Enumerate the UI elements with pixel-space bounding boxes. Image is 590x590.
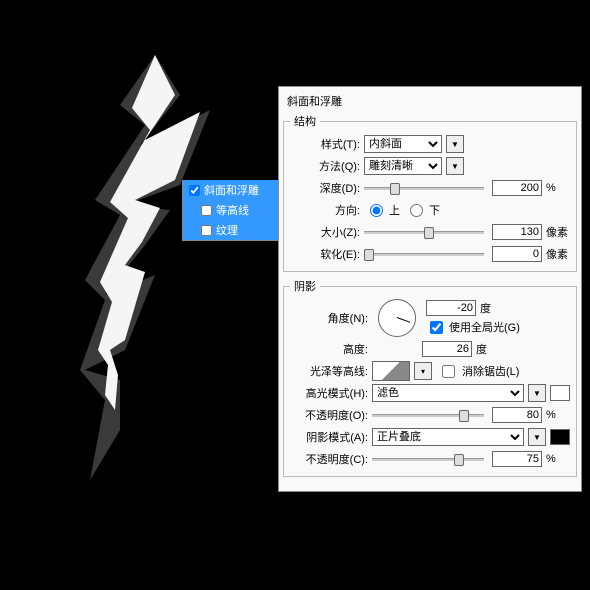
layerstyle-contour[interactable]: 等高线 bbox=[183, 200, 279, 220]
opacity2-label: 不透明度(C): bbox=[290, 451, 368, 467]
size-slider[interactable] bbox=[364, 225, 484, 239]
shadow-opacity-input[interactable] bbox=[492, 451, 542, 467]
size-input[interactable] bbox=[492, 224, 542, 240]
soften-label: 软化(E): bbox=[290, 246, 360, 262]
down-label: 下 bbox=[429, 202, 440, 218]
layerstyle-texture[interactable]: 纹理 bbox=[183, 220, 279, 240]
opacity1-label: 不透明度(O): bbox=[290, 407, 368, 423]
bevel-checkbox[interactable] bbox=[189, 185, 200, 196]
shadowmode-dropdown-icon[interactable]: ▼ bbox=[528, 428, 546, 446]
highlight-opacity-slider[interactable] bbox=[372, 408, 484, 422]
contour-label: 等高线 bbox=[216, 202, 249, 218]
angle-input[interactable] bbox=[426, 300, 476, 316]
style-label: 样式(T): bbox=[290, 136, 360, 152]
depth-unit: % bbox=[546, 182, 570, 194]
panel-title: 斜面和浮雕 bbox=[283, 91, 577, 113]
texture-label: 纹理 bbox=[216, 222, 238, 238]
angle-unit: 度 bbox=[480, 300, 491, 316]
contour-checkbox[interactable] bbox=[201, 205, 212, 216]
bevel-label: 斜面和浮雕 bbox=[204, 182, 259, 198]
direction-label: 方向: bbox=[290, 202, 360, 218]
direction-up-radio[interactable] bbox=[370, 204, 383, 217]
highlightmode-label: 高光模式(H): bbox=[290, 385, 368, 401]
soften-unit: 像素 bbox=[546, 246, 570, 262]
opacity1-unit: % bbox=[546, 409, 570, 421]
shadow-color[interactable] bbox=[550, 429, 570, 445]
glosscontour-swatch[interactable] bbox=[372, 361, 410, 381]
bevel-emboss-panel: 斜面和浮雕 结构 样式(T): 内斜面 ▼ 方法(Q): 雕刻清晰 ▼ 深度(D… bbox=[278, 86, 582, 492]
up-label: 上 bbox=[389, 202, 400, 218]
artwork-preview bbox=[50, 50, 230, 490]
style-select[interactable]: 内斜面 bbox=[364, 135, 442, 153]
angle-picker[interactable] bbox=[378, 299, 416, 337]
highlightmode-dropdown-icon[interactable]: ▼ bbox=[528, 384, 546, 402]
structure-group: 结构 样式(T): 内斜面 ▼ 方法(Q): 雕刻清晰 ▼ 深度(D): % 方… bbox=[283, 113, 577, 272]
antialias-label: 消除锯齿(L) bbox=[462, 363, 519, 379]
size-unit: 像素 bbox=[546, 224, 570, 240]
soften-input[interactable] bbox=[492, 246, 542, 262]
global-light-label: 使用全局光(G) bbox=[449, 319, 520, 335]
shadowmode-select[interactable]: 正片叠底 bbox=[372, 428, 524, 446]
technique-dropdown-icon[interactable]: ▼ bbox=[446, 157, 464, 175]
opacity2-unit: % bbox=[546, 453, 570, 465]
size-label: 大小(Z): bbox=[290, 224, 360, 240]
highlightmode-select[interactable]: 滤色 bbox=[372, 384, 524, 402]
soften-slider[interactable] bbox=[364, 247, 484, 261]
style-dropdown-icon[interactable]: ▼ bbox=[446, 135, 464, 153]
depth-slider[interactable] bbox=[364, 181, 484, 195]
shadow-group: 阴影 角度(N): 度 使用全局光(G) 高度: 度 光泽等高线: bbox=[283, 278, 577, 477]
layer-styles-list: 斜面和浮雕 等高线 纹理 bbox=[182, 180, 280, 241]
layerstyle-bevel[interactable]: 斜面和浮雕 bbox=[183, 180, 279, 200]
altitude-input[interactable] bbox=[422, 341, 472, 357]
depth-label: 深度(D): bbox=[290, 180, 360, 196]
glosscontour-dropdown-icon[interactable]: ▾ bbox=[414, 362, 432, 380]
shadow-opacity-slider[interactable] bbox=[372, 452, 484, 466]
texture-checkbox[interactable] bbox=[201, 225, 212, 236]
depth-input[interactable] bbox=[492, 180, 542, 196]
highlight-color[interactable] bbox=[550, 385, 570, 401]
technique-select[interactable]: 雕刻清晰 bbox=[364, 157, 442, 175]
global-light-checkbox[interactable] bbox=[430, 321, 443, 334]
technique-label: 方法(Q): bbox=[290, 158, 360, 174]
antialias-checkbox[interactable] bbox=[442, 365, 455, 378]
structure-legend: 结构 bbox=[290, 113, 320, 129]
shadow-legend: 阴影 bbox=[290, 278, 320, 294]
altitude-unit: 度 bbox=[476, 341, 487, 357]
direction-down-radio[interactable] bbox=[410, 204, 423, 217]
altitude-label: 高度: bbox=[290, 341, 368, 357]
glosscontour-label: 光泽等高线: bbox=[290, 363, 368, 379]
angle-label: 角度(N): bbox=[290, 310, 368, 326]
highlight-opacity-input[interactable] bbox=[492, 407, 542, 423]
shadowmode-label: 阴影模式(A): bbox=[290, 429, 368, 445]
